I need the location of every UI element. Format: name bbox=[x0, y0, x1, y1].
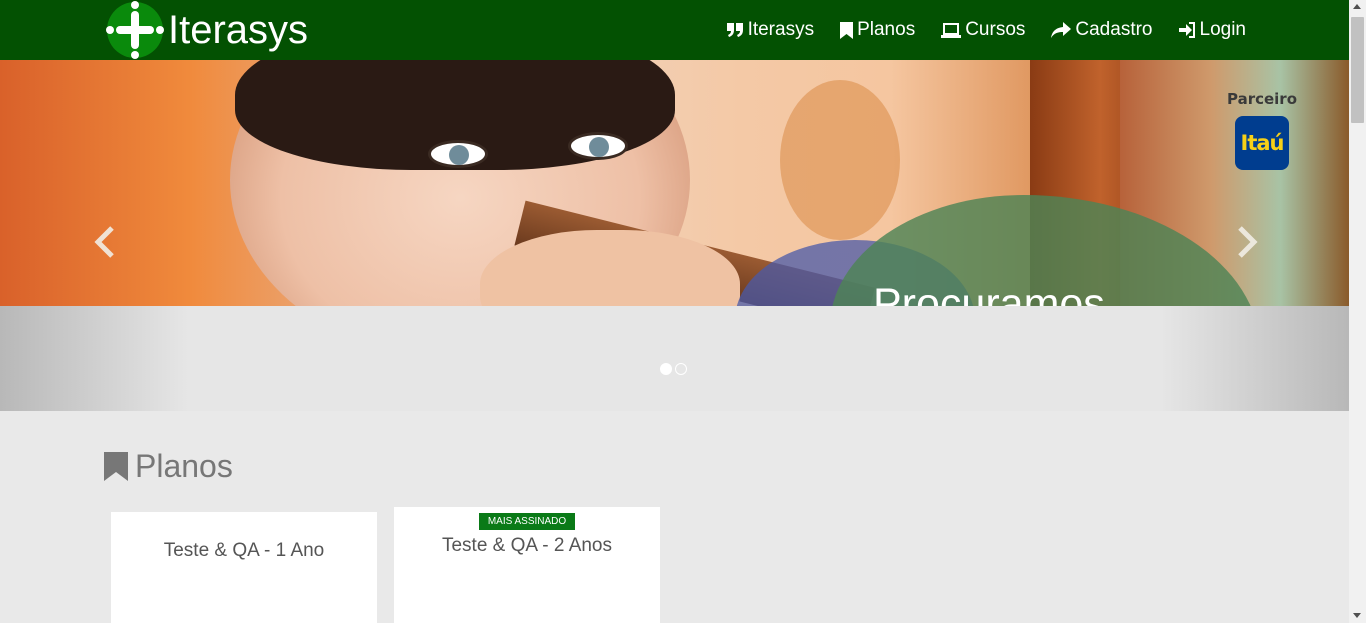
brand-name: Iterasys bbox=[168, 7, 309, 52]
plan-card-1-ano[interactable]: Teste & QA - 1 Ano bbox=[111, 512, 377, 623]
chevron-left-icon bbox=[94, 226, 114, 258]
login-icon bbox=[1178, 22, 1195, 38]
navbar: Iterasys Iterasys Planos Cursos Cadastro… bbox=[0, 0, 1349, 60]
bookmark-icon bbox=[104, 452, 128, 481]
hero-carousel: Procuramos Parceiro Itaú bbox=[0, 60, 1349, 411]
carousel-prev-button[interactable] bbox=[90, 222, 120, 262]
carousel-slide: Procuramos Parceiro Itaú bbox=[0, 60, 1349, 306]
most-subscribed-badge: MAIS ASSINADO bbox=[478, 513, 576, 530]
nav-item-planos[interactable]: Planos bbox=[840, 19, 915, 41]
brand-link[interactable]: Iterasys bbox=[106, 1, 309, 59]
nav-item-label: Login bbox=[1199, 19, 1247, 40]
carousel-indicator-2[interactable] bbox=[675, 363, 687, 375]
brand-logo-icon bbox=[106, 1, 164, 59]
laptop-icon bbox=[941, 22, 962, 38]
share-icon bbox=[1051, 21, 1072, 38]
slide-photo-eye bbox=[568, 132, 628, 160]
carousel-indicator-1[interactable] bbox=[660, 363, 672, 375]
plans-heading: Planos bbox=[104, 448, 233, 485]
chevron-right-icon bbox=[1238, 226, 1258, 258]
carousel-next-button[interactable] bbox=[1232, 222, 1262, 262]
nav-item-login[interactable]: Login bbox=[1178, 19, 1247, 41]
plan-name: Teste & QA - 1 Ano bbox=[163, 540, 325, 561]
nav-item-label: Iterasys bbox=[747, 19, 815, 40]
partner-logo: Itaú bbox=[1235, 116, 1289, 170]
nav-item-iterasys[interactable]: Iterasys bbox=[726, 19, 815, 41]
scroll-up-arrow-icon[interactable] bbox=[1353, 4, 1361, 9]
nav-item-label: Cadastro bbox=[1075, 19, 1153, 40]
partner-label: Parceiro bbox=[1226, 90, 1298, 108]
partner-box: Parceiro Itaú bbox=[1222, 90, 1302, 170]
nav-item-label: Planos bbox=[857, 19, 916, 40]
nav-item-cadastro[interactable]: Cadastro bbox=[1051, 19, 1153, 41]
slide-photo-eye bbox=[428, 140, 488, 168]
carousel-indicators bbox=[660, 363, 690, 375]
slide-caption: Procuramos bbox=[873, 280, 1105, 306]
plans-heading-text: Planos bbox=[135, 448, 233, 484]
plan-card-2-anos[interactable]: MAIS ASSINADO Teste & QA - 2 Anos bbox=[394, 507, 660, 623]
scroll-down-arrow-icon[interactable] bbox=[1353, 613, 1361, 618]
nav-item-cursos[interactable]: Cursos bbox=[941, 19, 1025, 41]
background-guitar bbox=[780, 80, 900, 240]
quote-icon bbox=[726, 23, 743, 37]
scrollbar-thumb[interactable] bbox=[1351, 17, 1364, 123]
bookmark-icon bbox=[840, 21, 854, 39]
main-nav: Iterasys Planos Cursos Cadastro Login bbox=[700, 0, 1246, 60]
nav-item-label: Cursos bbox=[965, 19, 1026, 40]
partner-logo-text: Itaú bbox=[1240, 131, 1285, 155]
page-scrollbar[interactable] bbox=[1349, 0, 1366, 623]
plan-name: Teste & QA - 2 Anos bbox=[441, 535, 613, 556]
